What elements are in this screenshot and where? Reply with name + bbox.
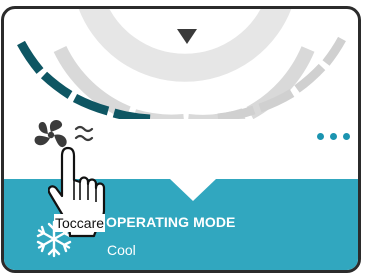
dial-indicator-icon xyxy=(177,29,197,44)
wind-lines-icon xyxy=(74,125,94,142)
more-dot xyxy=(317,133,324,140)
operating-mode-title: OPERATING MODE xyxy=(106,214,236,230)
dial-active-segment xyxy=(17,40,44,74)
dial-active-segment xyxy=(40,71,73,99)
mode-card: OPERATING MODE Cool Toccare xyxy=(1,6,361,273)
tooltip-label: Toccare xyxy=(54,214,106,232)
more-options-icon[interactable] xyxy=(317,133,350,140)
dial-inactive-segment xyxy=(322,36,346,66)
more-dot xyxy=(343,133,350,140)
panel-notch xyxy=(170,179,216,201)
hand-pointer-icon xyxy=(48,146,106,238)
dial-gauge[interactable] xyxy=(4,9,361,119)
operating-mode-value: Cool xyxy=(107,242,136,258)
more-dot xyxy=(330,133,337,140)
dial-inactive-segment xyxy=(217,105,256,119)
